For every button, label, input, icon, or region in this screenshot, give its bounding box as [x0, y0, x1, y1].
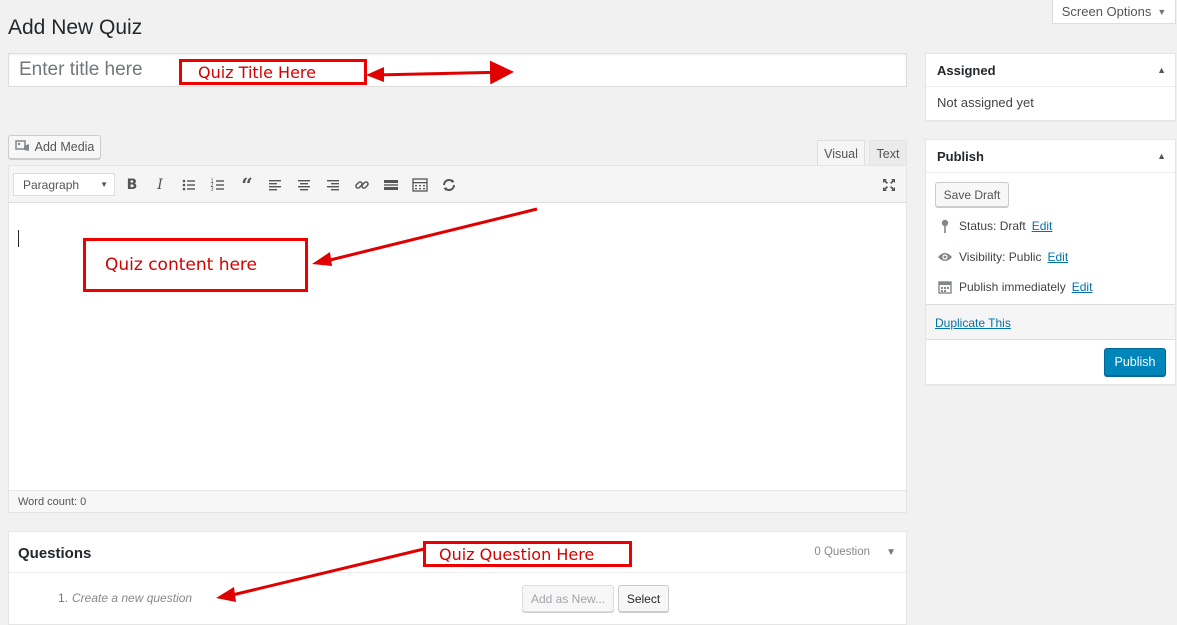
toggle-arrow-icon[interactable]: ▼ — [886, 547, 896, 558]
pin-icon — [937, 219, 953, 233]
annotation-question: Quiz Question Here — [423, 541, 632, 567]
collapse-arrow-icon[interactable]: ▲ — [1157, 151, 1166, 161]
edit-status-link[interactable]: Edit — [1032, 219, 1053, 233]
page-title: Add New Quiz — [8, 16, 143, 39]
fullscreen-icon[interactable] — [878, 174, 900, 196]
new-question-input[interactable]: Create a new question — [72, 591, 192, 605]
add-as-new-button[interactable]: Add as New... — [522, 585, 614, 612]
align-right-icon[interactable] — [322, 174, 344, 196]
assigned-status: Not assigned yet — [937, 95, 1034, 110]
toolbar-toggle-icon[interactable] — [409, 174, 431, 196]
screen-options-button[interactable]: Screen Options ▼ — [1052, 0, 1176, 24]
publish-panel-header[interactable]: Publish ▲ — [926, 140, 1175, 173]
assigned-title: Assigned — [937, 63, 996, 78]
publish-title: Publish — [937, 149, 984, 164]
caret-down-icon: ▼ — [1157, 6, 1167, 17]
format-select[interactable]: Paragraph ▼ — [13, 173, 115, 196]
add-media-label: Add Media — [34, 140, 95, 154]
visibility-label: Visibility: Public — [959, 250, 1042, 264]
add-media-button[interactable]: Add Media — [8, 135, 101, 159]
schedule-row: Publish immediately Edit — [937, 280, 1092, 294]
refresh-icon[interactable] — [438, 174, 460, 196]
read-more-icon[interactable] — [380, 174, 402, 196]
question-row: 1. Create a new question Add as New... S… — [9, 573, 906, 625]
question-count: 0 Question — [814, 546, 870, 558]
status-label: Status: Draft — [959, 219, 1026, 233]
save-draft-button[interactable]: Save Draft — [935, 182, 1009, 207]
status-row: Status: Draft Edit — [937, 219, 1052, 233]
text-cursor — [18, 230, 19, 247]
assigned-panel: Assigned ▲ Not assigned yet — [925, 53, 1176, 121]
annotation-content: Quiz content here — [83, 238, 308, 292]
align-center-icon[interactable] — [293, 174, 315, 196]
assigned-panel-header[interactable]: Assigned ▲ — [926, 54, 1175, 87]
question-number: 1. — [58, 591, 69, 605]
blockquote-icon[interactable]: “ — [236, 173, 258, 197]
editor-toolbar: Paragraph ▼ B I 123 “ — [9, 166, 906, 203]
edit-visibility-link[interactable]: Edit — [1047, 250, 1068, 264]
caret-down-icon: ▼ — [100, 180, 108, 189]
visibility-row: Visibility: Public Edit — [937, 250, 1068, 264]
annotation-title: Quiz Title Here — [179, 59, 367, 85]
publish-button[interactable]: Publish — [1104, 348, 1166, 376]
word-count: Word count: 0 — [9, 490, 906, 512]
screen-options-label: Screen Options — [1061, 4, 1152, 19]
collapse-arrow-icon[interactable]: ▲ — [1157, 65, 1166, 75]
numbered-list-icon[interactable]: 123 — [207, 174, 229, 196]
duplicate-link[interactable]: Duplicate This — [935, 316, 1011, 330]
bulleted-list-icon[interactable] — [178, 174, 200, 196]
tab-visual[interactable]: Visual — [817, 140, 865, 166]
content-editor: Paragraph ▼ B I 123 “ Word count: 0 — [8, 165, 907, 513]
italic-icon[interactable]: I — [149, 174, 171, 196]
questions-title: Questions — [18, 545, 92, 562]
title-input[interactable] — [9, 54, 906, 86]
calendar-icon — [937, 280, 953, 294]
svg-text:3: 3 — [211, 187, 214, 193]
bold-icon[interactable]: B — [121, 174, 143, 196]
align-left-icon[interactable] — [264, 174, 286, 196]
title-field-wrapper — [8, 53, 907, 87]
eye-icon — [937, 251, 953, 263]
link-icon[interactable] — [351, 174, 373, 196]
schedule-label: Publish immediately — [959, 280, 1066, 294]
media-icon — [14, 139, 31, 156]
publish-panel: Publish ▲ Save Draft Status: Draft Edit … — [925, 139, 1176, 385]
edit-schedule-link[interactable]: Edit — [1072, 280, 1093, 294]
select-button[interactable]: Select — [618, 585, 669, 612]
format-select-value: Paragraph — [23, 177, 80, 192]
duplicate-area: Duplicate This — [926, 304, 1175, 340]
tab-text[interactable]: Text — [869, 140, 907, 166]
